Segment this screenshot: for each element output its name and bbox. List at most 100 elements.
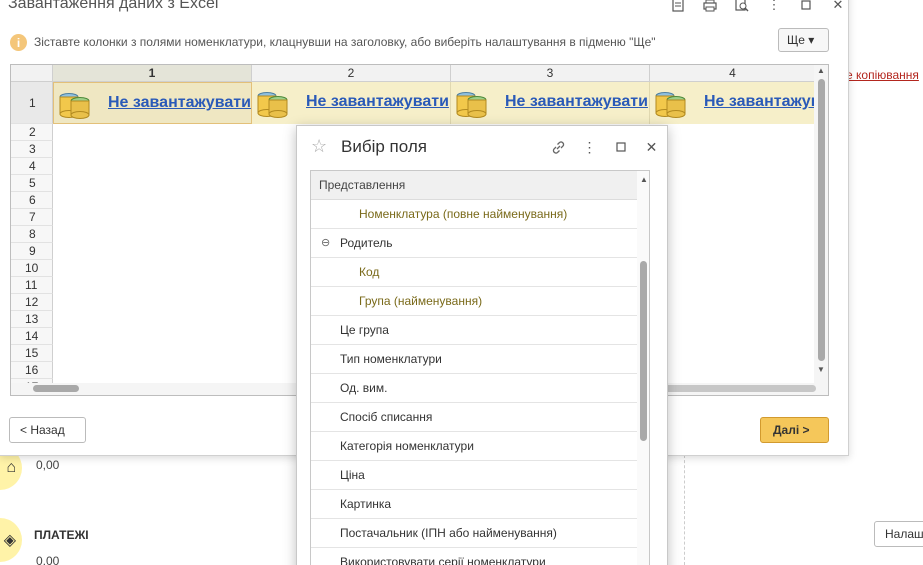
row-header[interactable]: 6 [11,192,53,209]
column-header[interactable]: 4 [650,65,816,82]
scroll-up-icon[interactable]: ▲ [640,175,648,184]
link-icon[interactable] [543,138,574,156]
field-select-popup: ☆ Вибір поля ⋮ ✕ Представлення Номенклат… [296,125,668,565]
row-header[interactable]: 3 [11,141,53,158]
hint-text: Зіставте колонки з полями номенклатури, … [34,35,656,49]
list-item[interactable]: Це група [311,316,637,345]
list-item-label: Тип номенклатури [340,352,442,366]
row-header[interactable]: 10 [11,260,53,277]
grid-horizontal-track-segment [651,385,816,392]
row-header[interactable]: 2 [11,124,53,141]
row-header[interactable]: 12 [11,294,53,311]
list-item-label: Це група [340,323,389,337]
field-cell[interactable]: Не завантажувати [451,82,650,124]
field-cell[interactable]: Не завантажувати [53,82,252,124]
preview-icon[interactable] [726,0,758,14]
scroll-down-icon[interactable]: ▼ [817,365,825,374]
list-item[interactable]: Код [311,258,637,287]
print-icon[interactable] [694,0,726,14]
field-cell-link[interactable]: Не завантажувати [704,93,815,111]
list-item[interactable]: Категорія номенклатури [311,432,637,461]
list-item-label: Постачальник (ІПН або найменування) [340,526,557,540]
list-item-label: Родитель [340,236,393,250]
row-header[interactable]: 5 [11,175,53,192]
list-scrollbar[interactable]: ▲ [637,171,649,565]
maximize-icon[interactable] [605,138,636,156]
list-item[interactable]: Використовувати серії номенклатури [311,548,637,565]
collapse-icon[interactable]: ⊖ [321,229,330,257]
field-cell[interactable]: Не завантажувати [650,82,816,124]
more-dots-icon[interactable]: ⋮ [574,138,605,156]
grid-corner [11,65,53,82]
more-dots-icon[interactable]: ⋮ [758,0,790,14]
database-icon [59,93,90,119]
more-button[interactable]: Ще ▾ [778,28,829,52]
payments-title: ПЛАТЕЖІ [34,528,89,542]
next-button[interactable]: Далі > [760,417,829,443]
list-header[interactable]: Представлення [311,171,649,200]
list-item-label: Од. вим. [340,381,388,395]
payments-icon: ◈ [0,518,22,562]
field-cell-link[interactable]: Не завантажувати [108,94,251,112]
row-header[interactable]: 4 [11,158,53,175]
database-icon [655,92,686,118]
back-button[interactable]: < Назад [9,417,86,443]
list-item-label: Ціна [340,468,365,482]
list-item-label: Група (найменування) [359,294,483,308]
list-item[interactable]: Картинка [311,490,637,519]
list-item[interactable]: Тип номенклатури [311,345,637,374]
grid-vertical-scrollbar[interactable]: ▲ ▼ [814,65,828,395]
list-item[interactable]: Спосіб списання [311,403,637,432]
popup-title: Вибір поля [341,137,427,156]
card-value: 0,00 [36,458,60,472]
list-item-label: Номенклатура (повне найменування) [359,207,568,221]
row-header[interactable]: 14 [11,328,53,345]
row-header[interactable]: 8 [11,226,53,243]
scroll-up-icon[interactable]: ▲ [817,66,825,75]
payments-value: 0,00 [36,554,60,565]
list-item[interactable]: Група (найменування) [311,287,637,316]
list-item[interactable]: Постачальник (ІПН або найменування) [311,519,637,548]
grid-horizontal-thumb[interactable] [33,385,79,392]
popup-toolbar: ⋮ ✕ [543,138,667,156]
payments-card[interactable]: ◈ ПЛАТЕЖІ 0,00 [0,514,292,565]
list-item-label: Код [359,265,380,279]
divider [684,455,685,565]
field-cell-link[interactable]: Не завантажувати [306,93,449,111]
dialog-title: Завантаження даних з Excel [8,0,219,12]
row-header[interactable]: 7 [11,209,53,226]
close-icon[interactable]: ✕ [822,0,854,14]
grid-vertical-thumb[interactable] [818,79,825,361]
database-icon [456,92,487,118]
field-list: Представлення Номенклатура (повне наймен… [310,170,650,565]
screen: е копіювання ⌂ 0,00 ◈ ПЛАТЕЖІ 0,00 Налаш… [0,0,923,565]
close-icon[interactable]: ✕ [636,138,667,156]
field-cell-link[interactable]: Не завантажувати [505,93,648,111]
row-header[interactable]: 1 [11,82,53,124]
list-item[interactable]: Ціна [311,461,637,490]
info-icon: i [10,34,27,51]
row-header[interactable]: 16 [11,362,53,379]
file-icon[interactable] [662,0,694,14]
star-icon[interactable]: ☆ [311,136,327,157]
list-item-label: Спосіб списання [340,410,433,424]
maximize-icon[interactable] [790,0,822,14]
list-item-label: Категорія номенклатури [340,439,474,453]
list-item[interactable]: Номенклатура (повне найменування) [311,200,637,229]
row-header[interactable]: 9 [11,243,53,260]
list-item[interactable]: ⊖ Родитель [311,229,637,258]
list-item-label: Використовувати серії номенклатури [340,555,546,565]
row-header[interactable]: 13 [11,311,53,328]
list-item[interactable]: Од. вим. [311,374,637,403]
dialog-toolbar: ⋮ ✕ [662,0,854,14]
column-header[interactable]: 1 [53,65,252,82]
copy-link[interactable]: е копіювання [846,68,919,82]
row-header[interactable]: 15 [11,345,53,362]
row-header[interactable]: 11 [11,277,53,294]
list-scroll-thumb[interactable] [640,261,647,441]
settings-button[interactable]: Налаш [874,521,923,547]
column-header[interactable]: 3 [451,65,650,82]
database-icon [257,92,288,118]
field-cell[interactable]: Не завантажувати [252,82,451,124]
column-header[interactable]: 2 [252,65,451,82]
